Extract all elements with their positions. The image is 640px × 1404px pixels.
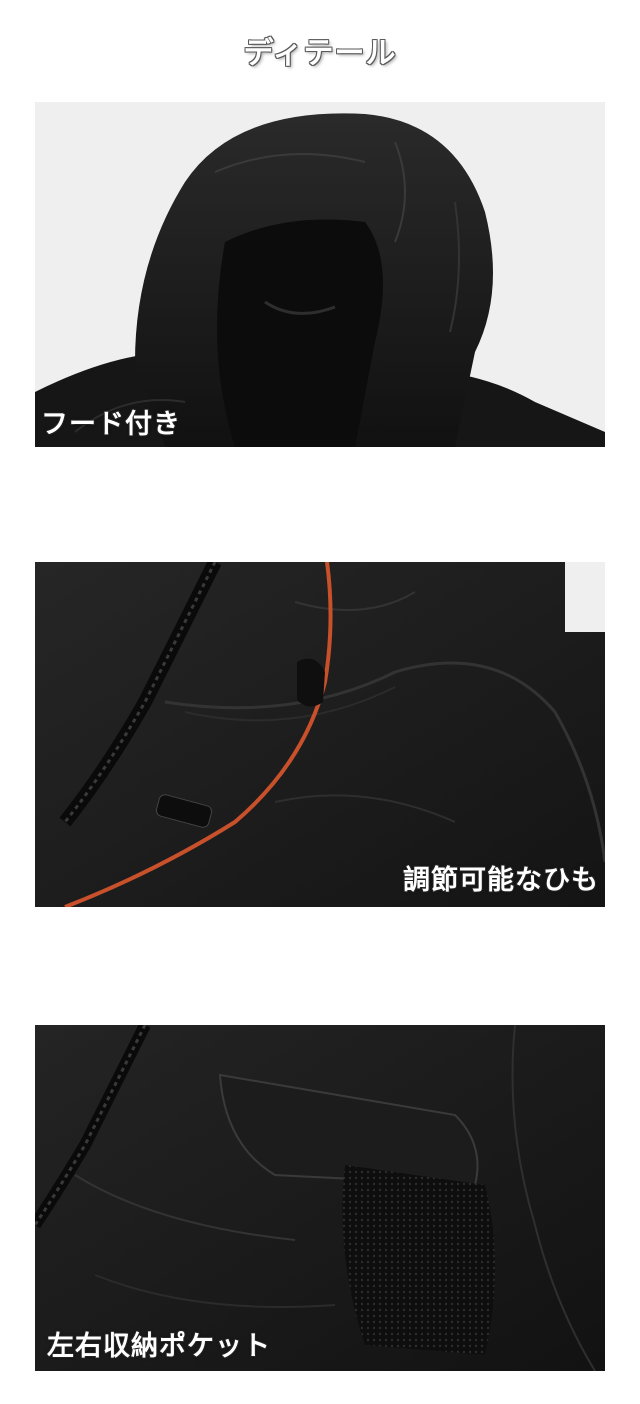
hood-photo — [35, 102, 605, 447]
page-title: ディテール — [243, 36, 397, 71]
detail-panel-hood: フード付き — [35, 102, 605, 447]
detail-panel-pocket: 左右収納ポケット — [35, 1025, 605, 1371]
pocket-photo — [35, 1025, 605, 1371]
drawstring-photo — [35, 562, 605, 907]
detail-panel-drawstring: 調節可能なひも — [35, 562, 605, 907]
caption-pocket: 左右収納ポケット — [47, 1331, 271, 1362]
caption-hood: フード付き — [41, 409, 181, 440]
caption-drawstring: 調節可能なひも — [403, 865, 599, 896]
